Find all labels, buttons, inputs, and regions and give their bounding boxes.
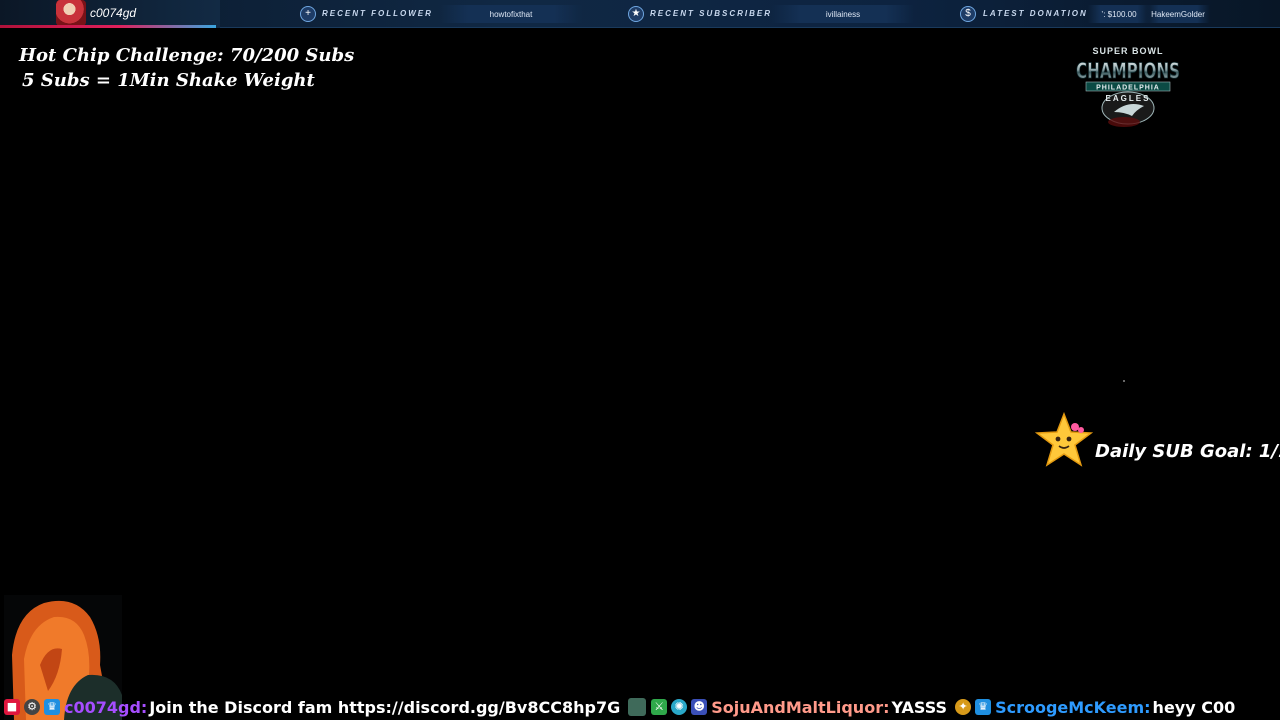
recent-subscriber-label: RECENT SUBSCRIBER: [650, 9, 773, 18]
stray-dot: [1123, 380, 1125, 382]
streamer-accent-bar: [0, 25, 216, 28]
streamer-panel: c0074gd: [0, 0, 220, 28]
streamer-name: c0074gd: [90, 6, 137, 20]
chat-message: Join the Discord fam https://discord.gg/…: [149, 697, 621, 717]
chat-user: ScroogeMcKeem:: [995, 697, 1151, 717]
super-bowl-champions-logo: SUPER BOWL CHAMPIONS PHILADELPHIA EAGLES: [1076, 46, 1180, 127]
logo-top-text: SUPER BOWL: [1092, 46, 1163, 56]
crown-badge-icon: ♛: [44, 699, 60, 715]
recent-follower-value: howtofixthat: [440, 5, 582, 23]
chat-message: heyy C00: [1152, 697, 1236, 717]
broadcaster-badge-icon: ■: [4, 699, 20, 715]
crown-badge-icon: ♛: [975, 699, 992, 715]
dollar-icon: $: [960, 6, 976, 22]
latest-donation-value: HakeemGolder: [1146, 5, 1210, 23]
challenge-line-1: Hot Chip Challenge: 70/200 Subs: [19, 45, 355, 66]
sword-badge-icon: ⚔: [651, 699, 668, 715]
group-badge-icon: ☻: [691, 699, 708, 715]
moderator-badge-icon: ⚙: [24, 699, 40, 715]
latest-donation-amount: ’: $100.00: [1088, 5, 1150, 23]
recent-subscriber-value: ivillainess: [772, 5, 914, 23]
chat-ticker: ■ ⚙ ♛ c0074gd: Join the Discord fam http…: [0, 694, 1280, 720]
logo-city-text: PHILADELPHIA: [1096, 85, 1160, 92]
streamer-avatar: [56, 0, 86, 26]
plus-icon: +: [300, 6, 316, 22]
challenge-line-2: 5 Subs = 1Min Shake Weight: [22, 70, 315, 91]
chat-message: YASSS: [891, 697, 948, 717]
logo-main-text: CHAMPIONS: [1076, 59, 1180, 83]
daily-sub-goal: Daily SUB Goal: 1/10: [1095, 441, 1280, 462]
logo-team-text: EAGLES: [1106, 94, 1151, 103]
emote-icon: [628, 698, 647, 716]
gear-badge-icon: ✺: [671, 699, 688, 715]
star-mascot-icon: [1035, 412, 1093, 467]
recent-follower-label: RECENT FOLLOWER: [322, 9, 433, 18]
gift-badge-icon: ✦: [955, 699, 972, 715]
chat-user: SojuAndMaltLiquor:: [711, 697, 890, 717]
hot-chip-challenge: Hot Chip Challenge: 70/200 Subs 5 Subs =…: [19, 43, 354, 93]
chat-user: c0074gd:: [64, 697, 148, 717]
latest-donation-label: LATEST DONATION: [983, 9, 1088, 18]
star-icon: ★: [628, 6, 644, 22]
stream-top-bar: c0074gd + RECENT FOLLOWER howtofixthat ★…: [0, 0, 1280, 28]
